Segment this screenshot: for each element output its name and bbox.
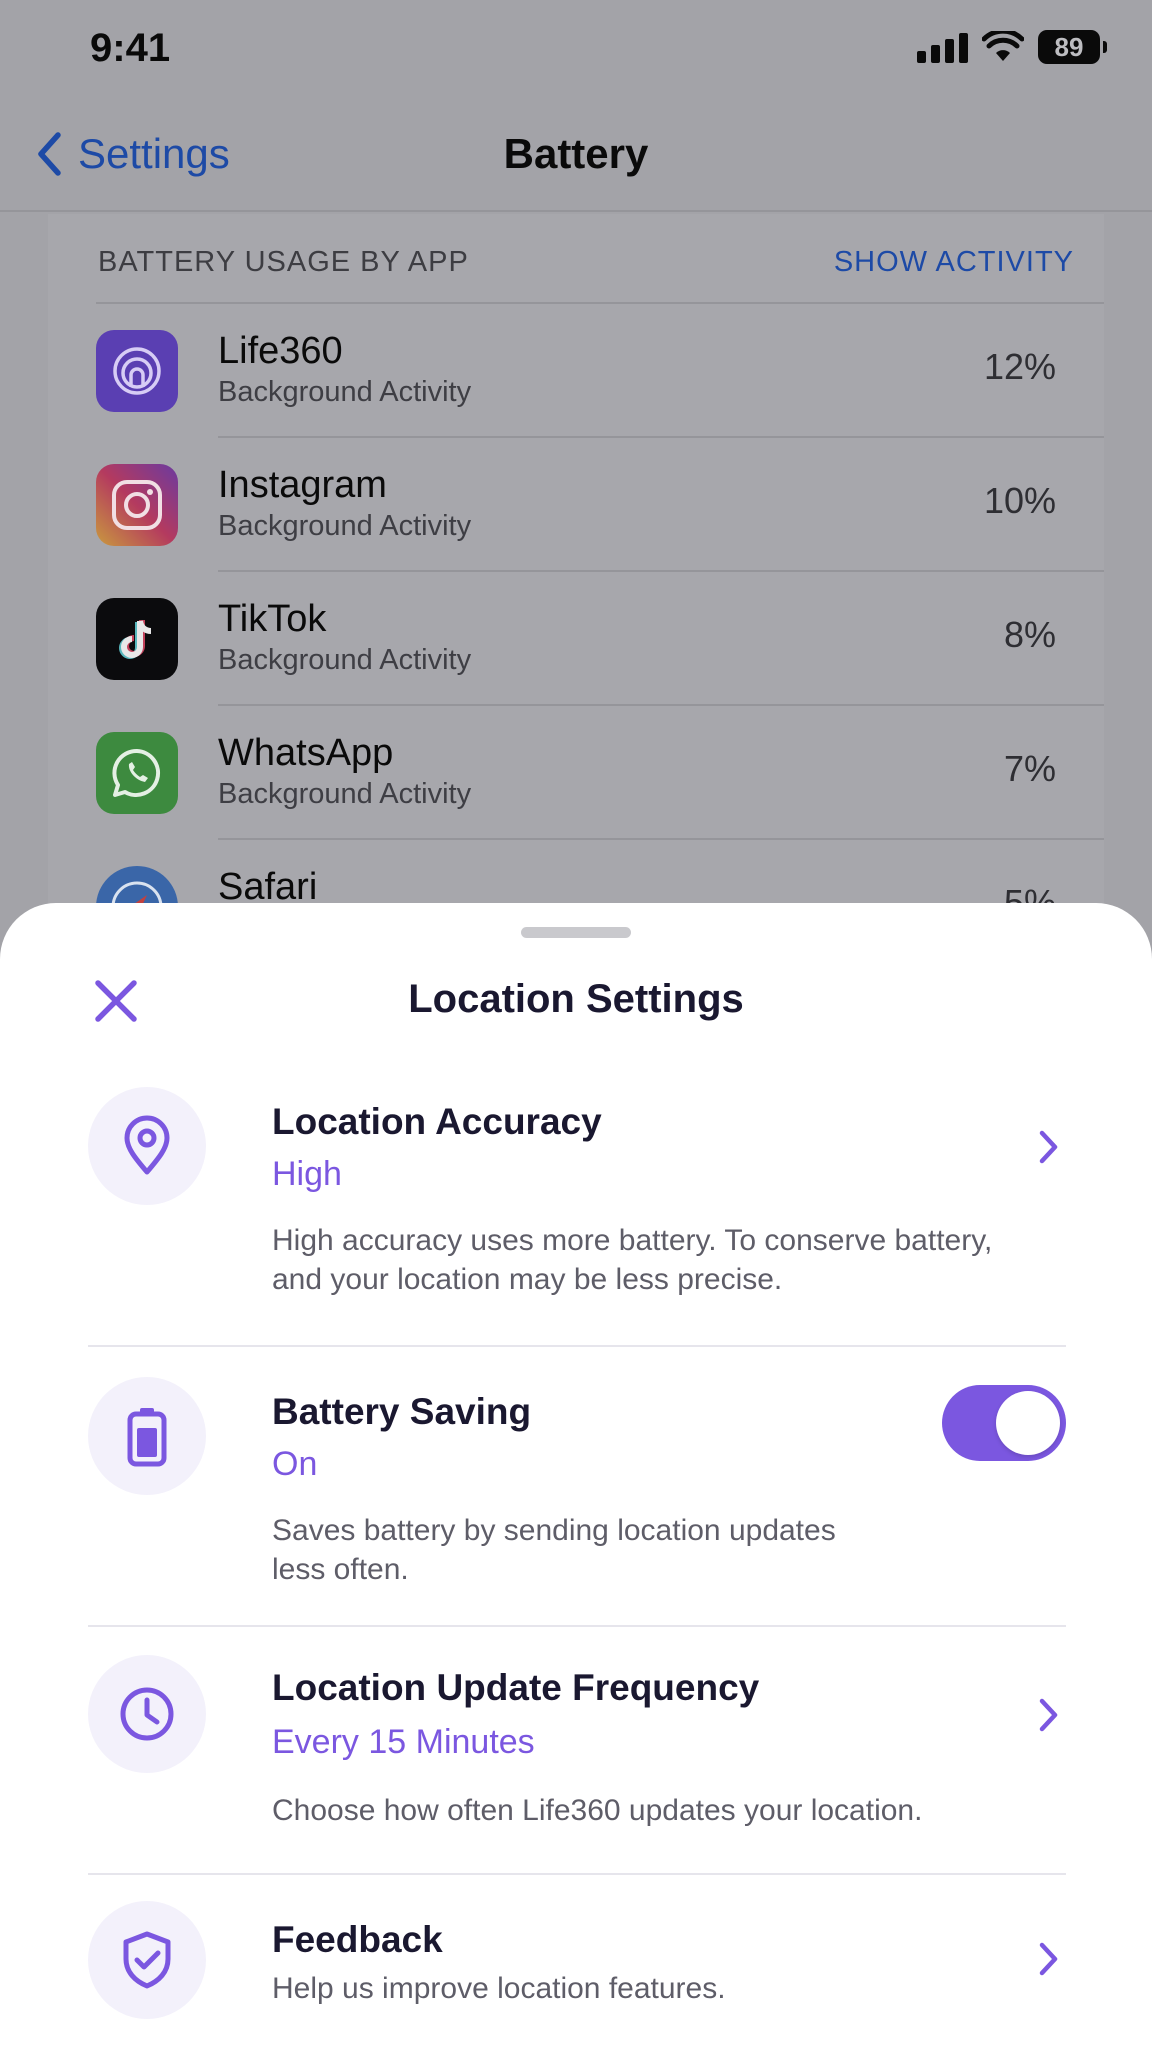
- row-divider: [218, 570, 1104, 572]
- setting-title: Feedback: [272, 1919, 443, 1960]
- instagram-icon: [96, 464, 178, 546]
- chevron-right-icon: [1039, 1130, 1058, 1164]
- app-name: TikTok: [218, 598, 327, 640]
- whatsapp-icon: [96, 732, 178, 814]
- sheet-title: Location Settings: [408, 977, 744, 1021]
- setting-description: High accuracy uses more battery. To cons…: [272, 1224, 993, 1296]
- row-divider: [218, 436, 1104, 438]
- location-accuracy-row[interactable]: Location Accuracy High High accuracy use…: [88, 1081, 1066, 1347]
- tiktok-icon: [96, 598, 178, 680]
- setting-description: Saves battery by sending location update…: [272, 1514, 836, 1586]
- app-percent: 7%: [1003, 748, 1056, 789]
- clock-icon-circle: [88, 1655, 206, 1773]
- wifi-icon: [982, 31, 1024, 61]
- app-name: Life360: [218, 330, 343, 372]
- setting-value: On: [272, 1445, 318, 1483]
- battery-saving-row: Battery Saving On Saves battery by sendi…: [88, 1347, 1066, 1627]
- show-activity-button[interactable]: SHOW ACTIVITY: [834, 246, 1074, 279]
- feedback-row[interactable]: Feedback Help us improve location featur…: [88, 1875, 1066, 2035]
- toggle-knob: [996, 1391, 1060, 1455]
- section-label: BATTERY USAGE BY APP: [98, 246, 469, 278]
- app-percent: 12%: [983, 346, 1056, 387]
- app-row-whatsapp[interactable]: WhatsApp Background Activity 7%: [96, 704, 1104, 838]
- setting-description: Choose how often Life360 updates your lo…: [272, 1794, 923, 1827]
- status-bar: 9:41 89: [0, 0, 1152, 100]
- app-name: WhatsApp: [218, 732, 394, 774]
- location-pin-icon-circle: [88, 1087, 206, 1205]
- navigation-bar: Settings Battery: [0, 100, 1152, 212]
- battery-settings-screen: 9:41 89 Settings Battery BATTERY USAGE B…: [0, 0, 1152, 1014]
- status-time: 9:41: [90, 26, 171, 70]
- battery-saving-toggle[interactable]: [942, 1385, 1066, 1461]
- setting-title: Location Accuracy: [272, 1101, 602, 1142]
- setting-value: High: [272, 1155, 342, 1193]
- setting-value: Every 15 Minutes: [272, 1723, 535, 1761]
- chevron-right-icon: [1039, 1942, 1058, 1976]
- app-name: Instagram: [218, 464, 387, 506]
- setting-title: Location Update Frequency: [272, 1667, 760, 1708]
- app-percent: 10%: [983, 480, 1056, 521]
- location-pin-icon: [124, 1115, 170, 1175]
- app-row-tiktok[interactable]: TikTok Background Activity 8%: [96, 570, 1104, 704]
- app-row-life360[interactable]: Life360 Background Activity 12%: [96, 302, 1104, 436]
- app-subtitle: Background Activity: [218, 510, 472, 542]
- location-update-frequency-row[interactable]: Location Update Frequency Every 15 Minut…: [88, 1627, 1066, 1875]
- shield-check-icon: [123, 1931, 171, 1989]
- row-divider: [218, 704, 1104, 706]
- app-percent: 8%: [1003, 614, 1056, 655]
- chevron-right-icon: [1039, 1698, 1058, 1732]
- life360-icon: [96, 330, 178, 412]
- shield-icon-circle: [88, 1901, 206, 2019]
- cellular-signal-icon: [917, 31, 968, 63]
- row-divider: [96, 302, 1104, 304]
- app-subtitle: Background Activity: [218, 376, 472, 408]
- battery-status-icon: 89: [1038, 30, 1107, 64]
- app-row-instagram[interactable]: Instagram Background Activity 10%: [96, 436, 1104, 570]
- battery-usage-header: BATTERY USAGE BY APP SHOW ACTIVITY: [98, 246, 1074, 279]
- app-subtitle: Background Activity: [218, 644, 472, 676]
- setting-description: Help us improve location features.: [272, 1972, 726, 2005]
- status-indicators: 89: [917, 30, 1107, 64]
- app-subtitle: Background Activity: [218, 778, 472, 810]
- page-title: Battery: [503, 130, 649, 177]
- sheet-grabber[interactable]: [521, 927, 631, 938]
- battery-icon-circle: [88, 1377, 206, 1495]
- location-settings-sheet: Location Settings Location Accuracy High…: [0, 903, 1152, 2048]
- battery-icon: [127, 1408, 167, 1467]
- row-divider: [218, 838, 1104, 840]
- setting-title: Battery Saving: [272, 1391, 532, 1432]
- clock-icon: [120, 1687, 174, 1741]
